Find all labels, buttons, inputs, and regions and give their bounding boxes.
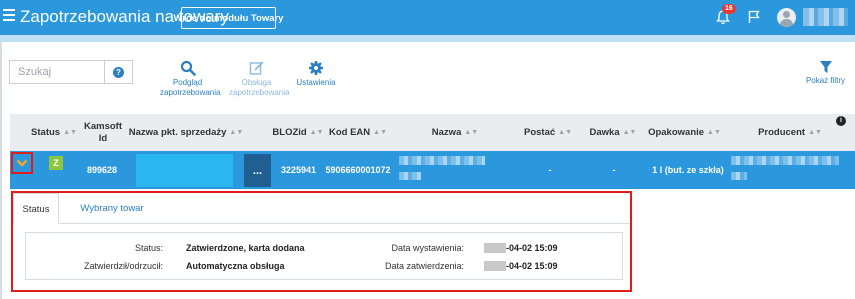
notification-badge: 16: [722, 4, 736, 14]
column-name[interactable]: Nazwa ▲▼: [425, 114, 485, 151]
column-ean[interactable]: Kod EAN ▲▼: [328, 114, 388, 151]
producer-redacted: [731, 156, 839, 165]
top-bar: Zapotrzebowania na towary Wróć do modułu…: [0, 0, 855, 35]
flag-icon[interactable]: [748, 10, 760, 24]
table-header: Status ▲▼ Kamsoft Id Nazwa pkt. sprzedaży ▲…: [10, 114, 855, 151]
user-name-redacted[interactable]: [803, 8, 848, 26]
preview-request-button[interactable]: Podgląd zapotrzebowania: [160, 60, 220, 98]
product-name-redacted: [399, 172, 421, 180]
tab-selected-product[interactable]: Wybrany towar: [72, 193, 152, 224]
cell-package: 1 l (but. ze szkła): [652, 165, 724, 175]
status-label: Status:: [134, 243, 163, 253]
approved-by-value: Automatyczna obsługa: [186, 261, 285, 271]
column-package[interactable]: Opakowanie ▲▼: [647, 114, 722, 151]
producer-redacted: [731, 172, 747, 180]
column-dose[interactable]: Dawka ▲▼: [588, 114, 638, 151]
cell-dose: -: [612, 165, 616, 175]
column-status[interactable]: Status ▲▼: [31, 114, 77, 151]
shop-name-redacted: [136, 154, 233, 187]
tab-status[interactable]: Status: [13, 193, 59, 224]
year-redacted: [484, 243, 506, 253]
settings-button[interactable]: Ustawienia: [296, 60, 336, 88]
status-details: [25, 232, 623, 280]
search-input[interactable]: [9, 60, 105, 84]
more-button[interactable]: ...: [244, 154, 271, 187]
status-badge: Z: [49, 156, 63, 170]
expand-row-button[interactable]: [11, 152, 33, 174]
issued-date-label: Data wystawienia:: [391, 243, 464, 253]
filter-icon: [819, 61, 832, 73]
cell-form: -: [548, 165, 552, 175]
handle-request-button[interactable]: Obsługa zapotrzebowania: [229, 60, 289, 98]
status-value: Zatwierdzone, karta dodana: [186, 243, 305, 253]
edit-icon: [249, 61, 264, 75]
info-icon[interactable]: i: [836, 116, 846, 126]
detail-tabs: Status Wybrany towar: [13, 193, 630, 224]
approved-by-label: Zatwierdził/odrzucił:: [83, 261, 163, 271]
column-blozid[interactable]: BLOZid ▲▼: [272, 114, 323, 151]
help-icon: ?: [113, 66, 124, 78]
avatar[interactable]: [777, 8, 796, 27]
column-form[interactable]: Postać ▲▼: [523, 114, 573, 151]
cell-blozid: 3225941: [280, 165, 317, 175]
show-filters-button[interactable]: Pokaż filtry: [803, 60, 848, 85]
back-to-products-button[interactable]: Wróć do modułu Towary: [174, 7, 283, 29]
magnifier-icon: [180, 60, 196, 76]
product-name-redacted: [399, 156, 485, 165]
year-redacted: [484, 261, 506, 271]
gear-icon: [309, 61, 323, 75]
issued-date-value: -04-02 15:09: [506, 243, 558, 253]
approved-date-value: -04-02 15:09: [506, 261, 558, 271]
column-kamsoft-id[interactable]: Kamsoft Id: [78, 114, 128, 151]
header-stripe: [0, 35, 855, 42]
help-button[interactable]: ?: [104, 60, 133, 84]
approved-date-label: Data zatwierdzenia:: [384, 261, 464, 271]
hamburger-menu-icon[interactable]: [3, 9, 15, 23]
column-shop-name[interactable]: Nazwa pkt. sprzedaży ▲▼: [129, 114, 244, 151]
cell-ean: 5906660001072: [325, 165, 391, 175]
cell-kamsoft-id: 899628: [86, 165, 118, 175]
column-producer[interactable]: Producent ▲▼: [755, 114, 825, 151]
chevron-down-icon: [16, 159, 28, 167]
